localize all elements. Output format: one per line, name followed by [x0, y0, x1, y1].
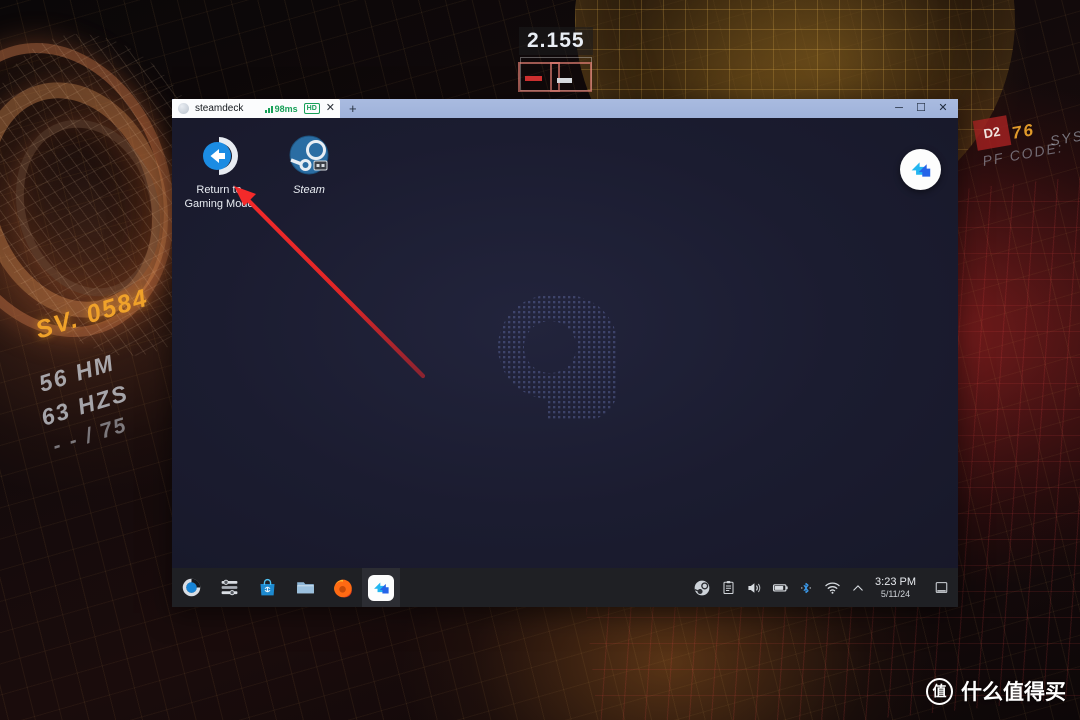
application-launcher-icon [182, 578, 200, 597]
todesk-logo-icon [911, 162, 931, 177]
tab-close-icon[interactable]: ✕ [326, 99, 335, 118]
watermark-badge-icon: 值 [926, 677, 953, 705]
clock-time: 3:23 PM [875, 575, 916, 588]
wallpaper-d2-badge: D2 [972, 115, 1012, 151]
tab-favicon-icon [178, 103, 189, 114]
taskbar-item-application-launcher[interactable] [172, 568, 210, 607]
taskbar-item-todesk[interactable] [362, 568, 400, 607]
chevron-up-icon [853, 584, 863, 591]
tray-item-steam[interactable] [689, 568, 715, 607]
steam-icon [287, 134, 331, 178]
todesk-floating-bubble[interactable] [900, 149, 941, 190]
desktop-icon-steam[interactable]: Steam [266, 134, 352, 197]
window-controls: ─ ☐ ✕ [888, 99, 958, 118]
steam-tray-icon [694, 580, 710, 595]
todesk-logo-icon [374, 581, 389, 594]
taskbar-item-system-settings[interactable] [210, 568, 248, 607]
taskbar-clock[interactable]: 3:23 PM 5/11/24 [871, 568, 924, 607]
remote-session-tab[interactable]: steamdeck 98ms HD ✕ [172, 99, 340, 118]
smzdm-watermark: 值 什么值得买 [926, 676, 1066, 706]
wallpaper-bar-red [525, 76, 542, 81]
taskbar-launchers [172, 568, 400, 607]
show-hidden-icons-button[interactable] [845, 568, 871, 607]
todesk-remote-window[interactable]: steamdeck 98ms HD ✕ + ─ ☐ ✕ Return to Ga… [172, 99, 958, 607]
settings-sliders-icon [221, 579, 237, 596]
tab-latency-value: 98ms [274, 103, 298, 114]
taskbar-item-discover[interactable] [248, 568, 286, 607]
desktop-icon-return-to-gaming-mode[interactable]: Return to Gaming Mode [176, 134, 262, 211]
clipboard-icon [723, 581, 734, 595]
taskbar-item-firefox[interactable] [324, 568, 362, 607]
discover-shopping-bag-icon [260, 579, 274, 596]
tab-latency: 98ms [264, 103, 298, 114]
new-tab-button[interactable]: + [340, 99, 366, 118]
wallpaper-value-76: 76 [1010, 120, 1037, 143]
signal-strength-icon [264, 105, 273, 113]
tray-item-bluetooth[interactable] [793, 568, 819, 607]
wallpaper-value-2155: 2.155 [519, 27, 593, 55]
remote-desktop-surface[interactable]: Return to Gaming Mode Steam 3:23 PM 5/11… [172, 118, 958, 607]
return-to-gaming-mode-icon [197, 134, 241, 178]
steamos-logo-watermark [488, 261, 638, 426]
tray-item-battery[interactable] [767, 568, 793, 607]
tray-item-volume[interactable] [741, 568, 767, 607]
tab-title: steamdeck [195, 103, 244, 114]
desktop-icon-label: Steam [293, 184, 325, 196]
tray-item-clipboard[interactable] [715, 568, 741, 607]
volume-icon [748, 582, 761, 593]
folder-icon [296, 582, 314, 594]
close-button[interactable]: ✕ [932, 99, 954, 118]
show-desktop-icon [935, 582, 947, 593]
system-tray: 3:23 PM 5/11/24 [689, 568, 958, 607]
clock-date: 5/11/24 [880, 588, 911, 599]
wallpaper-bar-white [557, 78, 572, 83]
firefox-icon [334, 579, 352, 597]
taskbar-item-dolphin[interactable] [286, 568, 324, 607]
watermark-text: 什么值得买 [961, 680, 1066, 704]
show-desktop-button[interactable] [930, 568, 952, 607]
desktop-icon-label-line2: Gaming Mode [184, 198, 254, 210]
window-titlebar[interactable]: steamdeck 98ms HD ✕ + ─ ☐ ✕ [172, 99, 958, 118]
wallpaper-bracket-2 [550, 62, 592, 92]
hd-quality-badge: HD [303, 103, 320, 114]
maximize-button[interactable]: ☐ [910, 99, 932, 118]
tray-item-wifi[interactable] [819, 568, 845, 607]
wifi-icon [824, 582, 840, 594]
desktop-icon-label-line1: Return to [196, 184, 242, 196]
battery-icon [772, 584, 788, 592]
kde-taskbar[interactable]: 3:23 PM 5/11/24 [172, 568, 958, 607]
bluetooth-icon [801, 582, 811, 593]
minimize-button[interactable]: ─ [888, 99, 910, 118]
